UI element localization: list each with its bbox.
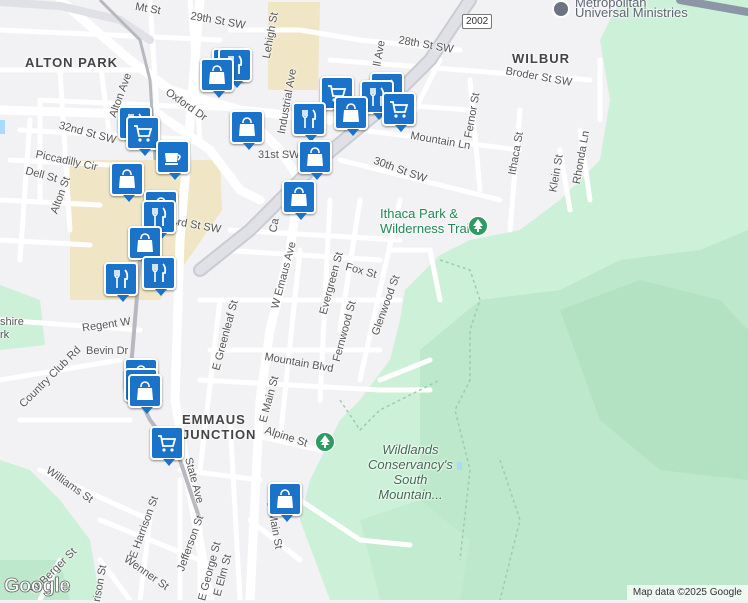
route-2002-shield: 2002 (462, 14, 493, 29)
shopping-bag-icon[interactable] (298, 140, 332, 180)
shopping-bag-icon[interactable] (128, 226, 162, 266)
cafe-icon[interactable] (156, 140, 190, 180)
shopping-bag-icon[interactable] (282, 180, 316, 220)
shopping-bag-icon[interactable] (110, 162, 144, 202)
google-logo: Google (4, 575, 71, 598)
place-pin-icon[interactable] (552, 0, 570, 18)
shopping-bag-icon[interactable] (128, 374, 162, 414)
restaurant-icon[interactable] (104, 262, 138, 302)
park-tree-icon[interactable] (315, 432, 335, 452)
shopping-bag-icon[interactable] (268, 482, 302, 522)
shopping-bag-icon[interactable] (230, 110, 264, 150)
restaurant-icon[interactable] (292, 102, 326, 142)
map-attribution[interactable]: Map data ©2025 Google (626, 585, 748, 600)
grocery-cart-icon[interactable] (382, 92, 416, 132)
restaurant-icon[interactable] (142, 256, 176, 296)
shopping-bag-icon[interactable] (200, 58, 234, 98)
grocery-cart-icon[interactable] (150, 426, 184, 466)
shopping-bag-icon[interactable] (334, 96, 368, 136)
grocery-cart-icon[interactable] (126, 116, 160, 156)
park-tree-icon[interactable] (468, 216, 488, 236)
